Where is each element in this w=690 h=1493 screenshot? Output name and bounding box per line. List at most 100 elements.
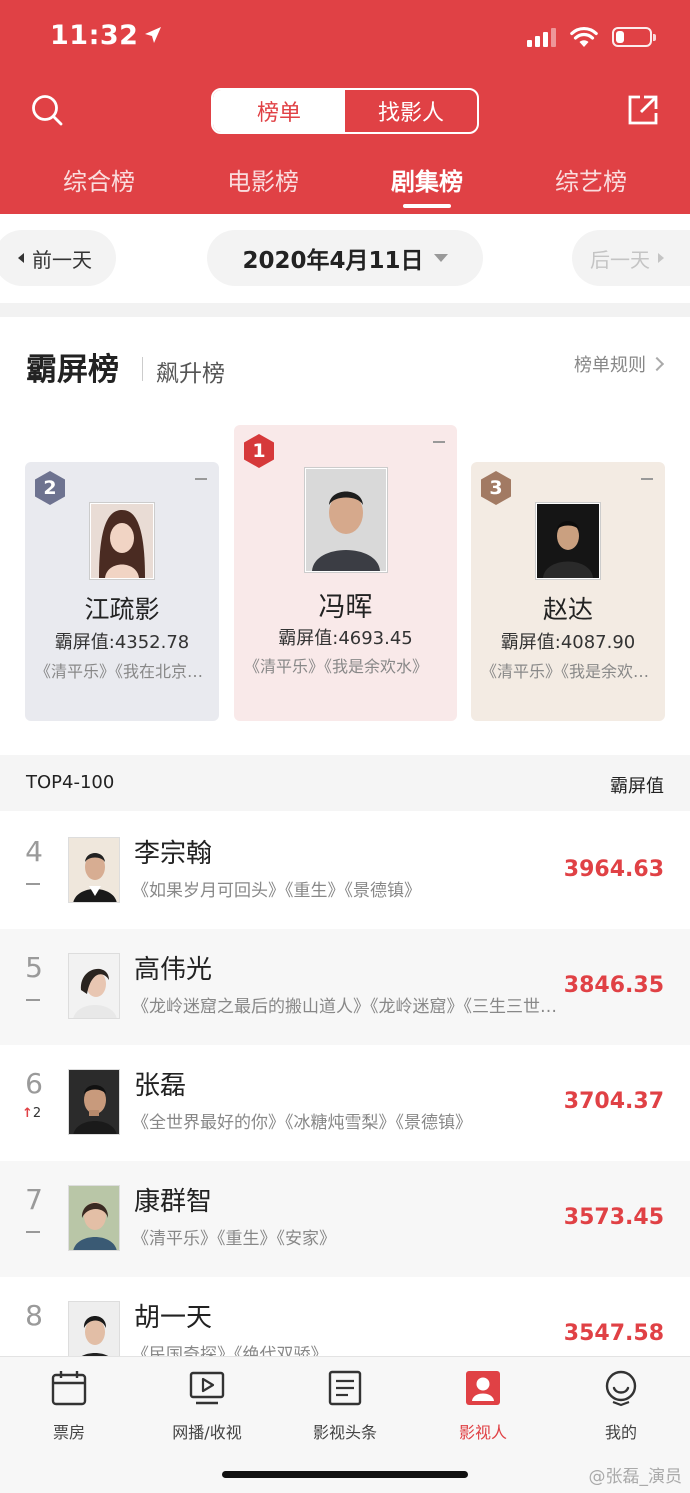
- chevron-right-icon: [649, 356, 665, 372]
- podium-score: 霸屏值:4087.90: [500, 632, 636, 653]
- avatar-zhao-da: [535, 502, 601, 580]
- nav-headlines[interactable]: 影视头条: [285, 1369, 405, 1443]
- podium-name: 冯晖: [318, 592, 373, 623]
- person-score: 3573.45: [563, 1205, 664, 1230]
- caret-down-icon: [433, 254, 448, 262]
- play-icon: [189, 1371, 225, 1405]
- rank-badge-2: 2: [33, 470, 67, 506]
- avatar: [68, 1185, 120, 1251]
- person-works: 《龙岭迷窟之最后的搬山道人》《龙岭迷窟》《三生三世十里桃花》: [132, 997, 560, 1017]
- triangle-left-icon: [18, 253, 24, 263]
- podium-score: 霸屏值:4352.78: [54, 632, 190, 653]
- person-works: 《清平乐》《重生》《安家》: [132, 1229, 336, 1249]
- list-item[interactable]: 7 康群智 《清平乐》《重生》《安家》 3573.45: [0, 1161, 690, 1277]
- signal-icon: [527, 27, 556, 47]
- podium-card-2[interactable]: 2 江疏影 霸屏值:4352.78 《清平乐》《我在北京等你》: [25, 462, 219, 721]
- trend-flat-icon: [195, 478, 207, 480]
- smile-icon: [605, 1370, 637, 1407]
- nav-me[interactable]: 我的: [561, 1369, 681, 1443]
- rank-number: 4: [25, 835, 43, 868]
- nav-streaming[interactable]: 网播/收视: [147, 1369, 267, 1443]
- rank-number: 7: [25, 1183, 43, 1216]
- tab-overall[interactable]: 综合榜: [17, 162, 181, 197]
- title-separator: [142, 357, 143, 381]
- ranking-subtitle-tab[interactable]: 飙升榜: [156, 354, 225, 388]
- arrow-up-icon: ↑: [22, 1106, 33, 1121]
- person-icon: [466, 1371, 500, 1405]
- avatar-jiang-shuying: [89, 502, 155, 580]
- podium-name: 江疏影: [84, 595, 160, 624]
- rank-badge-1: 1: [242, 433, 276, 469]
- share-icon[interactable]: [626, 93, 660, 127]
- battery-icon: [612, 27, 656, 47]
- trend-flat-icon: [641, 478, 653, 480]
- trend-up: ↑2: [22, 1106, 42, 1121]
- status-time: 11:32: [50, 20, 162, 51]
- podium-card-1[interactable]: 1 冯晖 霸屏值:4693.45 《清平乐》《我是余欢水》: [234, 425, 457, 721]
- date-picker[interactable]: 2020年4月11日: [207, 230, 483, 286]
- avatar: [68, 837, 120, 903]
- search-icon[interactable]: [30, 93, 64, 127]
- triangle-right-icon: [658, 253, 664, 263]
- list-range-label: TOP4-100: [26, 772, 115, 793]
- person-name: 李宗翰: [134, 839, 213, 869]
- list-item[interactable]: 5 高伟光 《龙岭迷窟之最后的搬山道人》《龙岭迷窟》《三生三世十里桃花》 384…: [0, 929, 690, 1045]
- ranking-header: 霸屏榜 飙升榜 榜单规则: [26, 340, 666, 390]
- person-score: 3547.58: [563, 1321, 664, 1346]
- trend-flat-icon: [433, 441, 445, 443]
- trend-flat-icon: [26, 1231, 40, 1233]
- avatar: [68, 953, 120, 1019]
- segment-rankings[interactable]: 榜单: [213, 90, 345, 132]
- calendar-icon: [51, 1371, 87, 1406]
- home-indicator[interactable]: [222, 1471, 468, 1478]
- chart-tabs: 综合榜 电影榜 剧集榜 综艺榜: [0, 162, 690, 208]
- person-score: 3964.63: [563, 857, 664, 882]
- rank-number: 8: [25, 1299, 43, 1332]
- person-works: 《全世界最好的你》《冰糖炖雪梨》《景德镇》: [132, 1113, 472, 1133]
- watermark: @张磊_演员: [588, 1467, 683, 1487]
- tab-series[interactable]: 剧集榜: [345, 162, 509, 208]
- person-score: 3846.35: [563, 973, 664, 998]
- podium-name: 赵达: [542, 595, 593, 624]
- status-icons: [527, 26, 656, 48]
- person-name: 康群智: [134, 1187, 213, 1217]
- date-bar: 前一天 2020年4月11日 后一天: [0, 230, 690, 288]
- nav-people[interactable]: 影视人: [423, 1369, 543, 1443]
- tab-movie[interactable]: 电影榜: [181, 162, 345, 197]
- segment-find-people[interactable]: 找影人: [345, 90, 477, 132]
- location-arrow-icon: [144, 20, 162, 51]
- trend-flat-icon: [26, 883, 40, 885]
- podium-works: 《清平乐》《我是余欢水》: [244, 657, 429, 676]
- ranking-rules-link[interactable]: 榜单规则: [574, 351, 665, 377]
- next-day-button[interactable]: 后一天: [572, 230, 690, 286]
- podium-works: 《清平乐》《我是余欢水》: [481, 662, 657, 681]
- person-name: 高伟光: [134, 955, 213, 985]
- person-name: 张磊: [134, 1071, 187, 1101]
- list-item[interactable]: 4 李宗翰 《如果岁月可回头》《重生》《景德镇》 3964.63: [0, 813, 690, 929]
- wifi-icon: [570, 26, 598, 47]
- ranking-title[interactable]: 霸屏榜: [26, 344, 119, 389]
- tab-variety[interactable]: 综艺榜: [509, 162, 673, 197]
- podium-score: 霸屏值:4693.45: [278, 628, 413, 649]
- list-metric-label: 霸屏值: [610, 776, 664, 797]
- person-score: 3704.37: [563, 1089, 664, 1114]
- list-item[interactable]: 6 ↑2 张磊 《全世界最好的你》《冰糖炖雪梨》《景德镇》 3704.37: [0, 1045, 690, 1161]
- news-icon: [328, 1370, 362, 1406]
- battery-fill: [616, 31, 624, 43]
- app-header: 11:32 榜单 找影人 综合榜 电影榜 剧集榜 综艺榜: [0, 0, 690, 214]
- avatar-feng-hui: [303, 467, 388, 573]
- person-name: 胡一天: [134, 1303, 213, 1333]
- prev-day-button[interactable]: 前一天: [0, 230, 116, 286]
- rank-badge-3: 3: [479, 470, 513, 506]
- view-switch: 榜单 找影人: [211, 88, 479, 134]
- list-header: TOP4-100 霸屏值: [0, 755, 690, 811]
- rank-number: 5: [25, 951, 43, 984]
- section-divider: [0, 303, 690, 317]
- trend-flat-icon: [26, 999, 40, 1001]
- rank-number: 6: [25, 1067, 43, 1100]
- podium-works: 《清平乐》《我在北京等你》: [35, 662, 211, 681]
- avatar: [68, 1069, 120, 1135]
- nav-box-office[interactable]: 票房: [9, 1369, 129, 1443]
- person-works: 《如果岁月可回头》《重生》《景德镇》: [132, 881, 421, 901]
- podium-card-3[interactable]: 3 赵达 霸屏值:4087.90 《清平乐》《我是余欢水》: [471, 462, 665, 721]
